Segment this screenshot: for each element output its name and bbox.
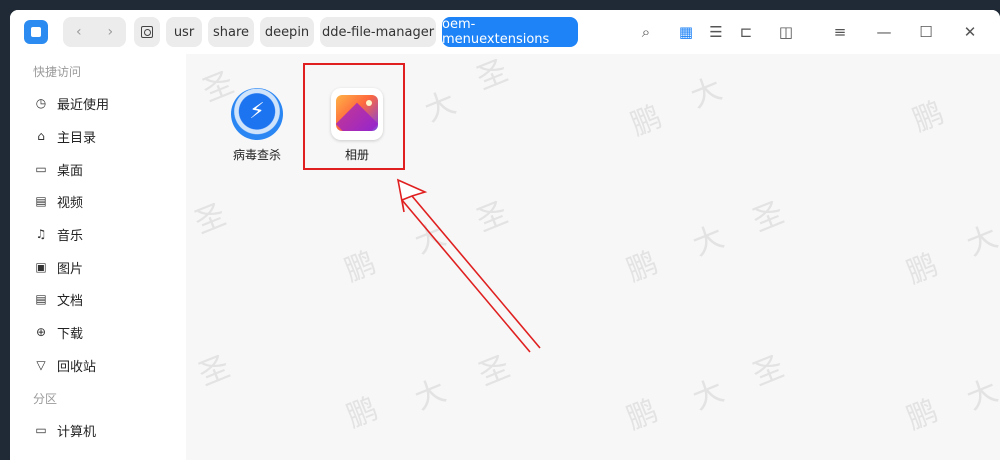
video-icon: ▤ — [35, 194, 47, 208]
maximize-icon[interactable]: ☐ — [916, 22, 936, 42]
file-item-antivirus[interactable]: 病毒查杀 — [217, 88, 297, 163]
watermark: 鹏 — [339, 245, 381, 290]
back-button[interactable]: ‹ — [63, 17, 95, 47]
file-manager-window: ‹ › usr share deepin dde-file-manager oe… — [10, 10, 1000, 460]
watermark: 大 — [687, 373, 729, 418]
breadcrumb-dde-file-manager[interactable]: dde-file-manager — [320, 17, 436, 47]
list-view-icon[interactable]: ☰ — [706, 22, 726, 42]
desktop-icon: ▭ — [35, 162, 47, 176]
sidebar-item-desktop[interactable]: ▭ 桌面 — [24, 154, 174, 184]
forward-button[interactable]: › — [95, 17, 127, 47]
antivirus-shield-icon — [231, 88, 283, 140]
breadcrumb-usr[interactable]: usr — [166, 17, 202, 47]
watermark: 大 — [687, 219, 729, 264]
sidebar-item-computer[interactable]: ▭ 计算机 — [24, 415, 174, 445]
watermark: 鹏 — [621, 245, 663, 290]
sidebar-item-music[interactable]: ♫ 音乐 — [24, 219, 174, 249]
sidebar-item-pictures[interactable]: ▣ 图片 — [24, 252, 174, 282]
watermark: 圣 — [193, 349, 235, 394]
download-icon: ⊕ — [35, 325, 47, 339]
watermark: 大 — [409, 217, 451, 262]
sidebar-item-trash[interactable]: ▽ 回收站 — [24, 350, 174, 380]
document-icon: ▤ — [35, 292, 47, 306]
sidebar-item-label: 回收站 — [57, 359, 97, 375]
sidebar-item-label: 最近使用 — [57, 97, 110, 113]
sidebar-item-documents[interactable]: ▤ 文档 — [24, 284, 174, 314]
sidebar-item-label: 文档 — [57, 293, 84, 309]
computer-icon: ▭ — [35, 423, 47, 437]
file-label: 病毒查杀 — [232, 148, 281, 162]
sidebar-item-recent[interactable]: ◷ 最近使用 — [24, 88, 174, 118]
breadcrumb-deepin[interactable]: deepin — [260, 17, 314, 47]
watermark: 鹏 — [901, 247, 943, 292]
watermark: 鹏 — [625, 99, 667, 144]
titlebar: ‹ › usr share deepin dde-file-manager oe… — [10, 10, 1000, 54]
watermark: 鹏 — [621, 393, 663, 438]
quick-access-header: 快捷访问 — [33, 65, 82, 79]
icon-view-icon[interactable]: ▦ — [676, 22, 696, 42]
sidebar: 快捷访问 ◷ 最近使用 ⌂ 主目录 ▭ 桌面 ▤ 视频 ♫ 音乐 ▣ 图片 ▤ … — [10, 54, 186, 460]
watermark: 圣 — [471, 195, 513, 240]
breadcrumb-share[interactable]: share — [208, 17, 254, 47]
watermark: 大 — [685, 71, 727, 116]
sidebar-item-label: 下载 — [57, 326, 84, 342]
sidebar-item-downloads[interactable]: ⊕ 下载 — [24, 317, 174, 347]
minimize-icon[interactable]: — — [874, 22, 894, 42]
watermark: 鹏 — [907, 95, 949, 140]
music-icon: ♫ — [35, 227, 47, 241]
sidebar-item-label: 桌面 — [57, 163, 84, 179]
sidebar-item-label: 主目录 — [57, 130, 97, 146]
watermark: 大 — [961, 219, 1000, 264]
watermark: 圣 — [473, 349, 515, 394]
watermark: 鹏 — [901, 393, 943, 438]
watermark: 大 — [419, 85, 461, 130]
sidebar-item-home[interactable]: ⌂ 主目录 — [24, 121, 174, 151]
watermark: 鹏 — [341, 391, 383, 436]
details-panel-icon[interactable]: ◫ — [776, 22, 796, 42]
main-menu-icon[interactable]: ≡ — [830, 22, 850, 42]
clock-icon: ◷ — [35, 96, 47, 110]
disk-icon — [141, 26, 153, 38]
back-icon: ‹ — [75, 24, 82, 40]
watermark: 圣 — [747, 349, 789, 394]
partition-header: 分区 — [33, 392, 58, 406]
home-icon: ⌂ — [37, 129, 45, 143]
tree-view-icon[interactable]: ⊏ — [736, 22, 756, 42]
file-manager-logo-icon — [24, 20, 48, 44]
sidebar-item-label: 图片 — [57, 261, 84, 277]
nav-buttons: ‹ › — [63, 17, 126, 47]
search-icon[interactable]: ⌕ — [636, 22, 656, 42]
watermark: 大 — [409, 373, 451, 418]
watermark: 圣 — [189, 197, 231, 242]
picture-icon: ▣ — [35, 260, 47, 274]
close-icon[interactable]: ✕ — [960, 22, 980, 42]
sidebar-item-videos[interactable]: ▤ 视频 — [24, 186, 174, 216]
watermark: 圣 — [471, 53, 513, 98]
watermark: 圣 — [747, 195, 789, 240]
breadcrumb-oem-menuextensions[interactable]: oem-menuextensions — [442, 17, 578, 47]
sidebar-item-label: 音乐 — [57, 228, 84, 244]
highlight-box — [303, 63, 405, 170]
trash-icon: ▽ — [36, 358, 46, 372]
breadcrumb-root-disk[interactable] — [134, 17, 160, 47]
forward-icon: › — [107, 24, 114, 40]
watermark: 大 — [961, 373, 1000, 418]
sidebar-item-label: 视频 — [57, 195, 84, 211]
sidebar-item-label: 计算机 — [57, 424, 97, 440]
